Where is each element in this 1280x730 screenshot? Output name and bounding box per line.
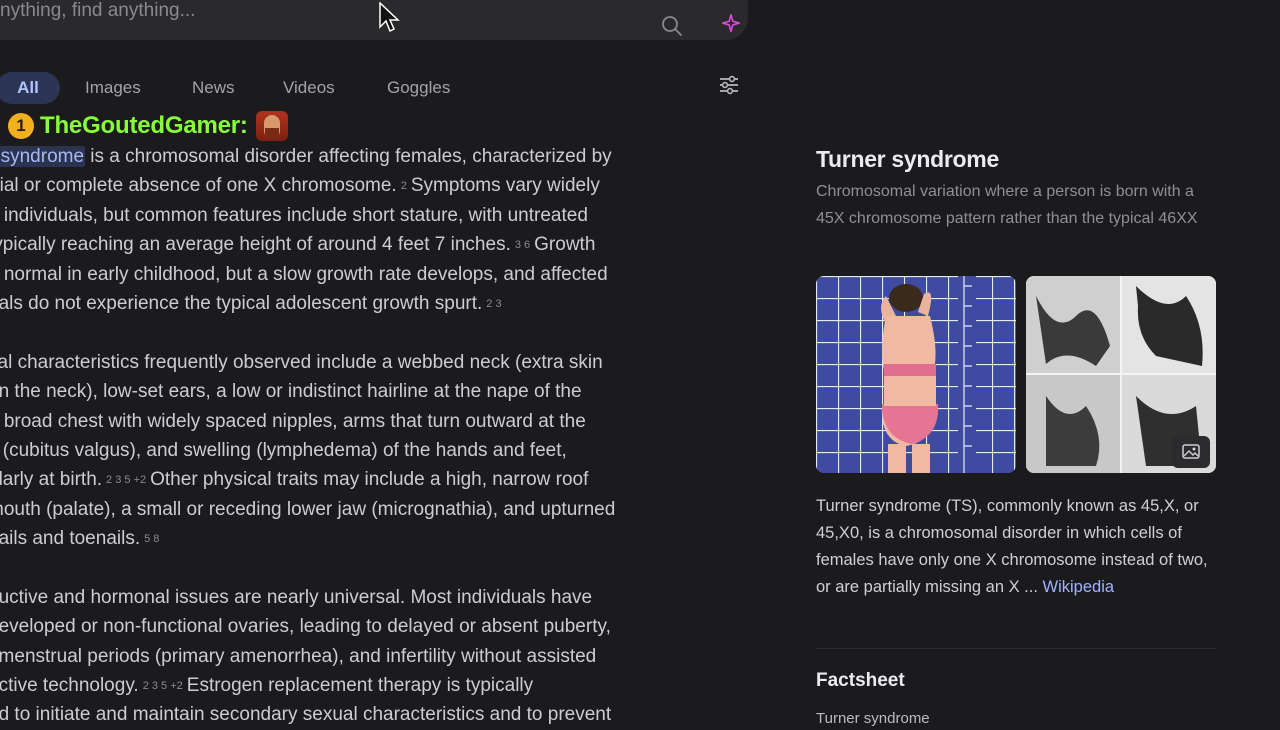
answer-line: developed or non-functional ovaries, lea…: [0, 612, 728, 641]
citation-refs[interactable]: 2 3: [486, 298, 501, 310]
tab-videos[interactable]: Videos: [283, 72, 335, 104]
citation-refs[interactable]: 2 3 5 +2: [143, 680, 183, 692]
factsheet-peek: Turner syndrome: [816, 710, 930, 727]
panel-image-photo[interactable]: [816, 276, 1016, 473]
answer-line-text: g individuals, but common features inclu…: [0, 204, 588, 226]
answer-line: nails and toenails. 5 8: [0, 524, 728, 553]
panel-description-text: Turner syndrome (TS), commonly known as …: [816, 497, 1208, 596]
answer-line: n normal in early childhood, but a slow …: [0, 260, 728, 289]
answer-line-text: nails and toenails.: [0, 528, 141, 550]
answer-line: r syndrome is a chromosomal disorder aff…: [0, 142, 728, 171]
answer-line: uals do not experience the typical adole…: [0, 289, 728, 318]
answer-line-continuation: Other physical traits may include a high…: [150, 469, 589, 491]
citation-refs[interactable]: 5 8: [144, 533, 159, 545]
answer-line-text: f menstrual periods (primary amenorrhea)…: [0, 645, 597, 667]
answer-line-text: on the neck), low-set ears, a low or ind…: [0, 381, 582, 403]
answer-line-text: uctive technology.: [0, 675, 139, 697]
answer-line-continuation: Estrogen replacement therapy is typicall…: [186, 675, 534, 697]
answer-line-text: ductive and hormonal issues are nearly u…: [0, 586, 593, 608]
answer-line-text: is a chromosomal disorder affecting fema…: [85, 146, 612, 167]
answer-line-text: ularly at birth.: [0, 469, 103, 491]
search-input[interactable]: nything, find anything...: [0, 0, 195, 22]
answer-line: uctive technology. 2 3 5 +2 Estrogen repla…: [0, 671, 728, 700]
avatar: [255, 111, 288, 141]
answer-line: ularly at birth.2 3 5 +2 Other physical t…: [0, 465, 728, 494]
answer-line-text: mouth (palate), a small or receding lowe…: [0, 498, 616, 520]
answer-line: on the neck), low-set ears, a low or ind…: [0, 377, 728, 406]
answer-line-text: s (cubitus valgus), and swelling (lymphe…: [0, 439, 567, 461]
divider: [816, 648, 1216, 649]
answer-line-text: cal characteristics frequently observed …: [0, 351, 603, 373]
ai-answer-text: r syndrome is a chromosomal disorder aff…: [0, 142, 728, 730]
rank-medal-icon: 1: [8, 113, 34, 139]
answer-line: ed to initiate and maintain secondary se…: [0, 700, 728, 729]
answer-line-text: ed to initiate and maintain secondary se…: [0, 704, 612, 726]
search-bar[interactable]: nything, find anything...: [0, 0, 748, 40]
highlighted-term[interactable]: r syndrome: [0, 146, 86, 167]
answer-line: s (cubitus valgus), and swelling (lymphe…: [0, 436, 728, 465]
answer-line-continuation: Symptoms vary widely: [410, 175, 600, 197]
username: TheGoutedGamer:: [40, 112, 248, 139]
wikipedia-link[interactable]: Wikipedia: [1043, 578, 1115, 596]
citation-refs[interactable]: 3 6: [515, 239, 530, 251]
factsheet-heading: Factsheet: [816, 670, 905, 691]
answer-line: f menstrual periods (primary amenorrhea)…: [0, 642, 728, 671]
mouse-cursor-icon: [379, 2, 400, 33]
answer-line: ductive and hormonal issues are nearly u…: [0, 583, 728, 612]
citation-refs[interactable]: 2: [401, 180, 407, 192]
tab-news[interactable]: News: [192, 72, 235, 104]
answer-line: cal characteristics frequently observed …: [0, 348, 728, 377]
answer-line: rtial or complete absence of one X chrom…: [0, 171, 728, 200]
search-icon[interactable]: [660, 14, 684, 38]
answer-line-text: typically reaching an average height of …: [0, 234, 511, 256]
answer-line-continuation: Growth: [534, 234, 596, 256]
answer-line-text: uals do not experience the typical adole…: [0, 292, 483, 314]
answer-line: typically reaching an average height of …: [0, 230, 728, 259]
tab-images[interactable]: Images: [85, 72, 141, 104]
panel-description: Turner syndrome (TS), commonly known as …: [816, 493, 1216, 601]
answer-line: g individuals, but common features inclu…: [0, 201, 728, 230]
answer-line: mouth (palate), a small or receding lowe…: [0, 495, 728, 524]
tab-all[interactable]: All: [0, 72, 60, 104]
citation-refs[interactable]: 2 3 5 +2: [106, 474, 146, 486]
answer-line: a broad chest with widely spaced nipples…: [0, 407, 728, 436]
answer-line-text: rtial or complete absence of one X chrom…: [0, 175, 397, 197]
tab-goggles[interactable]: Goggles: [387, 72, 450, 104]
filter-settings-icon[interactable]: [717, 73, 741, 97]
user-row: 1 TheGoutedGamer:: [8, 110, 288, 142]
gallery-icon[interactable]: [1172, 436, 1210, 468]
panel-subtitle: Chromosomal variation where a person is …: [816, 183, 1198, 227]
answer-line-text: a broad chest with widely spaced nipples…: [0, 410, 586, 432]
panel-title: Turner syndrome: [816, 146, 999, 172]
answer-line-text: developed or non-functional ovaries, lea…: [0, 616, 611, 638]
ai-sparkle-icon[interactable]: [720, 13, 742, 35]
answer-line-text: n normal in early childhood, but a slow …: [0, 263, 608, 285]
